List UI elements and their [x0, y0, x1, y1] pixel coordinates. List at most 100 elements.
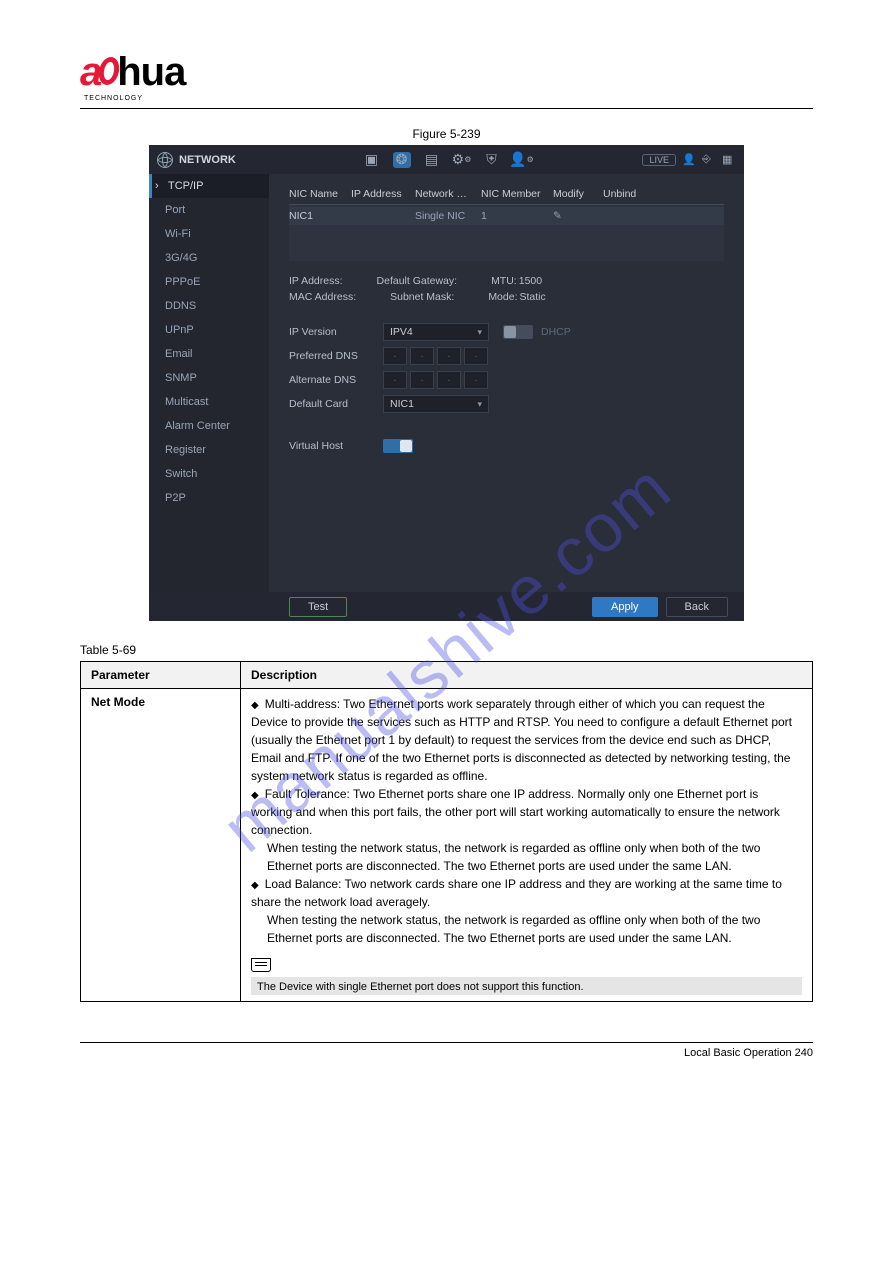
alternate-dns-input[interactable]: ···· — [383, 371, 491, 389]
mode-label: Mode: — [488, 291, 517, 303]
gw-label: Default Gateway: — [377, 275, 458, 287]
row-default-card: Default Card NIC1 ▾ — [289, 395, 724, 413]
sidebar-item-wifi[interactable]: Wi-Fi — [149, 222, 269, 246]
network-screenshot: NETWORK ▣ ❂ ▤ ⚙⚙ ⛨ 👤⚙ LIVE 👤 ⎆ ▦ TCP/IP … — [149, 145, 744, 621]
apply-button[interactable]: Apply — [592, 597, 658, 617]
preferred-dns-input[interactable]: ···· — [383, 347, 491, 365]
back-button[interactable]: Back — [666, 597, 728, 617]
row-preferred-dns: Preferred DNS ···· — [289, 347, 724, 365]
row-alternate-dns: Alternate DNS ···· — [289, 371, 724, 389]
mtu-value: 1500 — [519, 275, 542, 287]
note-text: The Device with single Ethernet port doe… — [251, 979, 590, 995]
info-row-2: MAC Address: Subnet Mask: Mode:Static — [289, 291, 724, 303]
ip-label: IP Address: — [289, 275, 343, 287]
row-ip-version: IP Version IPV4 ▾ DHCP — [289, 323, 724, 341]
sidebar-item-alarm-center[interactable]: Alarm Center — [149, 414, 269, 438]
sidebar-item-p2p[interactable]: P2P — [149, 486, 269, 510]
mode-value: Static — [520, 291, 546, 303]
main-panel: NIC Name IP Address Network … NIC Member… — [269, 174, 744, 592]
th-desc: Description — [241, 662, 813, 689]
note-icon — [251, 958, 271, 972]
figure-caption: Figure 5-239 — [80, 127, 813, 141]
th-param: Parameter — [81, 662, 241, 689]
desc-line: Multi-address: Two Ethernet ports work s… — [251, 697, 792, 783]
col-modify: Modify — [553, 188, 603, 200]
globe-icon — [157, 152, 173, 168]
cell-member: 1 — [481, 210, 553, 222]
table-caption: Table 5-69 — [80, 643, 813, 657]
desc-line: Fault Tolerance: Two Ethernet ports shar… — [251, 787, 780, 837]
sidebar-item-register[interactable]: Register — [149, 438, 269, 462]
footer-right: Local Basic Operation 240 — [684, 1047, 813, 1059]
sidebar-item-switch[interactable]: Switch — [149, 462, 269, 486]
sidebar-item-multicast[interactable]: Multicast — [149, 390, 269, 414]
alt-dns-label: Alternate DNS — [289, 374, 369, 386]
enter-icon[interactable]: ⎆ — [702, 153, 716, 167]
window-titlebar: NETWORK ▣ ❂ ▤ ⚙⚙ ⛨ 👤⚙ LIVE 👤 ⎆ ▦ — [149, 145, 744, 174]
info-row-1: IP Address: Default Gateway: MTU:1500 — [289, 275, 724, 287]
user-group-icon[interactable]: 👤⚙ — [513, 152, 531, 168]
dhcp-label: DHCP — [541, 326, 571, 338]
note-band: The Device with single Ethernet port doe… — [251, 977, 802, 995]
brand-logo: ahua — [80, 50, 813, 95]
logo-subtext: TECHNOLOGY — [84, 95, 813, 102]
cell-nic: NIC1 — [289, 210, 351, 222]
nic-table-header: NIC Name IP Address Network … NIC Member… — [289, 184, 724, 205]
logo-rest: hua — [117, 50, 185, 95]
chevron-down-icon: ▾ — [477, 327, 482, 338]
row-virtual-host: Virtual Host — [289, 439, 724, 453]
vhost-label: Virtual Host — [289, 440, 369, 452]
sidebar-item-tcpip[interactable]: TCP/IP — [149, 174, 269, 198]
sidebar-item-ddns[interactable]: DDNS — [149, 294, 269, 318]
sidebar-item-pppoe[interactable]: PPPoE — [149, 270, 269, 294]
window-title: NETWORK — [179, 154, 236, 166]
user-icon[interactable]: 👤 — [682, 153, 696, 167]
storage-icon[interactable]: ▤ — [423, 152, 441, 168]
pref-dns-label: Preferred DNS — [289, 350, 369, 362]
sidebar-item-upnp[interactable]: UPnP — [149, 318, 269, 342]
mask-label: Subnet Mask: — [390, 291, 454, 303]
card-label: Default Card — [289, 398, 369, 410]
page-footer: Local Basic Operation 240 — [80, 1042, 813, 1059]
brand-header: ahua TECHNOLOGY — [80, 50, 813, 109]
bullet-icon: ◆ — [251, 790, 259, 801]
settings-icon[interactable]: ⚙⚙ — [453, 152, 471, 168]
shield-icon[interactable]: ⛨ — [483, 152, 501, 168]
grid-icon[interactable]: ▦ — [722, 153, 736, 167]
ipver-label: IP Version — [289, 326, 369, 338]
sidebar-item-email[interactable]: Email — [149, 342, 269, 366]
bullet-icon: ◆ — [251, 880, 259, 891]
network-nav-icon[interactable]: ❂ — [393, 152, 411, 168]
ipver-value: IPV4 — [390, 326, 413, 338]
col-member: NIC Member — [481, 188, 553, 200]
desc-line: When testing the network status, the net… — [267, 841, 760, 873]
desc-line: Load Balance: Two network cards share on… — [251, 877, 782, 909]
edit-icon[interactable]: ✎ — [553, 210, 603, 222]
virtual-host-toggle[interactable] — [383, 439, 413, 453]
desc-line: When testing the network status, the net… — [267, 913, 760, 945]
col-network: Network … — [415, 188, 481, 200]
bullet-icon: ◆ — [251, 700, 259, 711]
footer-bar: Test Apply Back — [149, 592, 744, 621]
table-row[interactable]: NIC1 Single NIC 1 ✎ — [289, 207, 724, 225]
camera-icon[interactable]: ▣ — [363, 152, 381, 168]
test-button[interactable]: Test — [289, 597, 347, 617]
col-ip: IP Address — [351, 188, 415, 200]
top-nav-icons: ▣ ❂ ▤ ⚙⚙ ⛨ 👤⚙ — [363, 152, 531, 168]
sidebar-item-3g4g[interactable]: 3G/4G — [149, 246, 269, 270]
live-badge: LIVE — [642, 154, 676, 166]
sidebar: TCP/IP Port Wi-Fi 3G/4G PPPoE DDNS UPnP … — [149, 174, 269, 592]
parameter-table: Parameter Description Net Mode ◆Multi-ad… — [80, 661, 813, 1002]
card-value: NIC1 — [390, 398, 414, 410]
ipver-select[interactable]: IPV4 ▾ — [383, 323, 489, 341]
sidebar-item-port[interactable]: Port — [149, 198, 269, 222]
sidebar-item-snmp[interactable]: SNMP — [149, 366, 269, 390]
dhcp-toggle[interactable] — [503, 325, 533, 339]
chevron-down-icon: ▾ — [477, 399, 482, 410]
default-card-select[interactable]: NIC1 ▾ — [383, 395, 489, 413]
param-name: Net Mode — [81, 689, 241, 1002]
col-nic-name: NIC Name — [289, 188, 351, 200]
cell-net: Single NIC — [415, 210, 481, 222]
col-unbind: Unbind — [603, 188, 653, 200]
nic-table-body: NIC1 Single NIC 1 ✎ — [289, 205, 724, 261]
